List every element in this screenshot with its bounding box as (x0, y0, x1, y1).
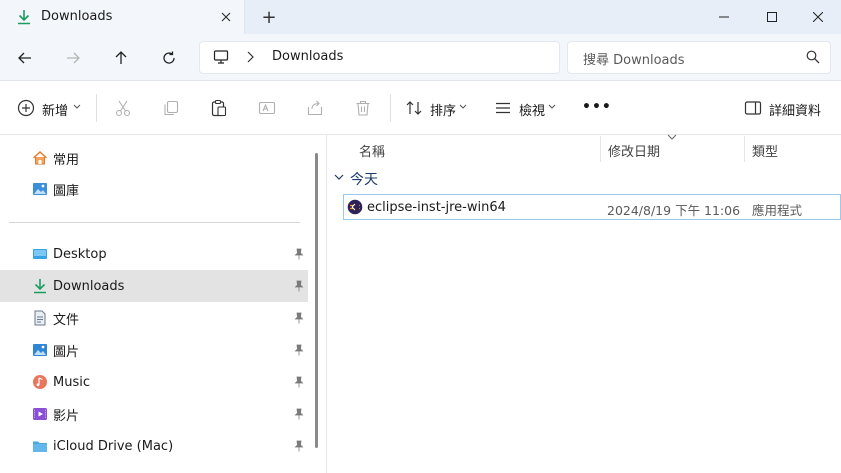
desktop-icon (32, 246, 48, 262)
column-separator[interactable] (600, 136, 601, 162)
new-plus-icon[interactable] (17, 99, 35, 117)
file-modified-date: 2024/8/19 下午 11:06 (607, 203, 741, 218)
up-button[interactable] (107, 44, 135, 72)
chevron-down-icon[interactable] (73, 104, 81, 110)
pin-icon[interactable] (293, 248, 305, 260)
sidebar-item-music[interactable]: Music (0, 366, 308, 398)
documents-icon (32, 310, 48, 326)
new-button[interactable]: 新增 (42, 100, 68, 119)
computer-icon (213, 49, 229, 65)
tab-downloads[interactable] (0, 0, 245, 34)
column-header-type[interactable]: 類型 (752, 141, 778, 160)
delete-icon[interactable] (354, 99, 372, 117)
pin-icon[interactable] (293, 408, 305, 420)
pin-icon[interactable] (293, 376, 305, 388)
close-window-button[interactable] (795, 0, 841, 34)
column-header-name[interactable]: 名稱 (359, 141, 385, 160)
sidebar-item-downloads[interactable]: Downloads (0, 270, 308, 302)
chevron-right-icon[interactable] (245, 50, 255, 64)
column-header-date[interactable]: 修改日期 (608, 141, 660, 160)
sidebar-item-gallery[interactable]: 圖庫 (0, 173, 308, 205)
chevron-down-icon[interactable] (459, 104, 467, 110)
file-name: eclipse-inst-jre-win64 (367, 200, 506, 215)
share-icon[interactable] (306, 99, 324, 117)
copy-icon[interactable] (162, 99, 180, 117)
more-options-button[interactable]: ••• (582, 99, 612, 115)
pin-icon[interactable] (293, 440, 305, 452)
search-placeholder: 搜尋 Downloads (583, 53, 685, 68)
sort-icon[interactable] (405, 99, 423, 117)
sidebar-item-desktop[interactable]: Desktop (0, 238, 308, 270)
cut-icon[interactable] (114, 99, 132, 117)
breadcrumb-downloads[interactable]: Downloads (272, 49, 343, 64)
maximize-button[interactable] (749, 0, 795, 34)
rename-icon[interactable] (258, 99, 276, 117)
pin-icon[interactable] (293, 280, 305, 292)
sidebar-item-pictures[interactable]: 圖片 (0, 334, 308, 366)
minimize-button[interactable] (701, 0, 747, 34)
music-icon (32, 374, 48, 390)
forward-button[interactable] (59, 44, 87, 72)
sidebar-item-icloud-drive[interactable]: iCloud Drive (Mac) (0, 430, 308, 462)
refresh-button[interactable] (155, 44, 183, 72)
toolbar-divider (96, 94, 97, 122)
column-separator[interactable] (744, 136, 745, 162)
view-icon[interactable] (494, 99, 512, 117)
close-tab-icon[interactable] (216, 7, 236, 27)
home-icon (32, 150, 48, 166)
download-icon (16, 9, 32, 25)
view-button[interactable]: 檢視 (519, 100, 545, 119)
tab-title: Downloads (41, 9, 113, 24)
sidebar-item-documents[interactable]: 文件 (0, 302, 308, 334)
group-collapse-chevron-icon[interactable] (334, 174, 344, 181)
pictures-icon (32, 342, 48, 358)
back-button[interactable] (11, 44, 39, 72)
paste-icon[interactable] (210, 99, 228, 117)
pin-icon[interactable] (293, 312, 305, 324)
sort-chevron-icon (667, 134, 677, 140)
search-icon[interactable] (806, 50, 820, 64)
new-tab-button[interactable]: + (258, 6, 280, 28)
file-type: 應用程式 (752, 203, 803, 218)
icloud-folder-icon (32, 438, 48, 454)
pin-icon[interactable] (293, 344, 305, 356)
chevron-down-icon[interactable] (548, 104, 556, 110)
sidebar-scrollbar[interactable] (315, 153, 318, 448)
download-icon (32, 278, 48, 294)
videos-icon (32, 406, 48, 422)
sort-button[interactable]: 排序 (430, 100, 456, 119)
group-header-today[interactable]: 今天 (350, 169, 378, 189)
sidebar-item-home[interactable]: 常用 (0, 142, 308, 174)
eclipse-installer-icon (347, 199, 363, 215)
sidebar-item-videos[interactable]: 影片 (0, 398, 308, 430)
sidebar-divider (9, 222, 300, 223)
gallery-icon (32, 181, 48, 197)
details-button[interactable]: 詳細資料 (769, 100, 821, 119)
toolbar-divider (390, 94, 391, 122)
details-pane-icon[interactable] (744, 99, 762, 117)
